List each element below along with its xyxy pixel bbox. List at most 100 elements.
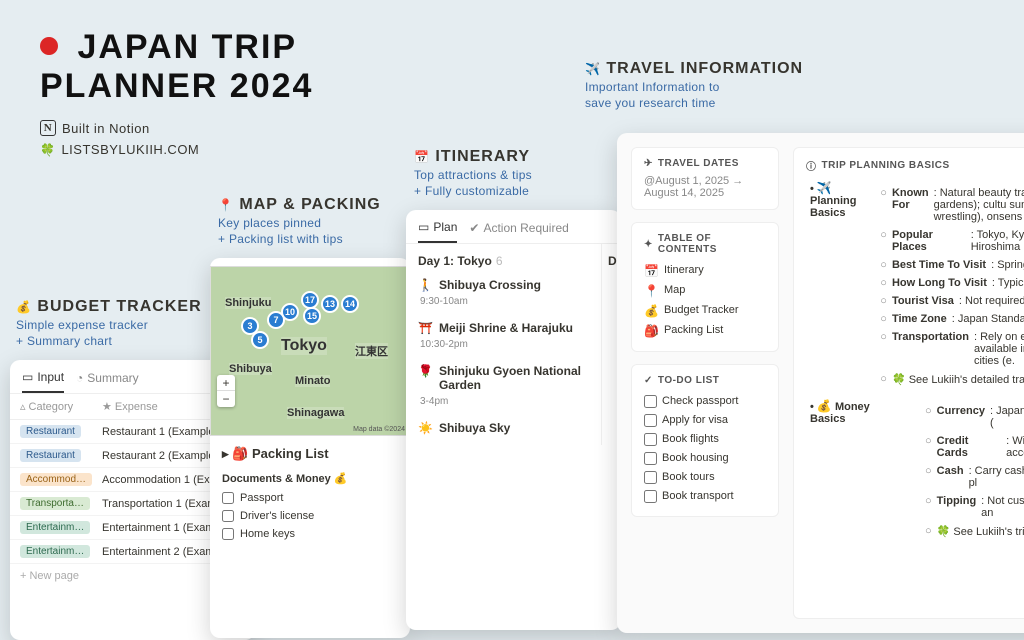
- check-circle-icon: ✔: [469, 221, 479, 235]
- itinerary-item[interactable]: ☀️Shibuya Sky: [406, 417, 601, 445]
- trip-basics-card: ⓘTRIP PLANNING BASICS ✈️ Planning Basics…: [793, 147, 1024, 619]
- built-in-notion: N Built in Notion: [40, 120, 313, 136]
- basics-item: 🍀 See Lukiih's trip cost br: [925, 522, 1024, 541]
- page-header: JAPAN TRIP PLANNER 2024 N Built in Notio…: [40, 28, 313, 163]
- packing-item[interactable]: Passport: [222, 489, 398, 507]
- category-tag: Entertainm…: [20, 545, 90, 558]
- tab-action-required[interactable]: ✔ Action Required: [469, 220, 568, 243]
- travel-info-section-label: ✈️ TRAVEL INFORMATION Important Informat…: [585, 60, 803, 110]
- input-icon: ▭: [22, 370, 33, 384]
- travel-info-card: ✈TRAVEL DATES @August 1, 2025 → August 1…: [617, 133, 1024, 633]
- item-time: 10:30-2pm: [418, 339, 589, 350]
- todo-card: ✓TO-DO LIST Check passportApply for visa…: [631, 364, 779, 517]
- basics-item: Currency: Japanese Yen (: [925, 402, 1024, 432]
- todo-item[interactable]: Book flights: [644, 430, 766, 449]
- basics-item: Best Time To Visit: Spring: [880, 256, 1024, 274]
- map-pin[interactable]: 10: [281, 303, 299, 321]
- japan-flag-icon: [40, 37, 58, 55]
- map-pin[interactable]: 17: [301, 291, 319, 309]
- plane-takeoff-icon: ✈: [644, 158, 653, 169]
- calendar-icon: 📅: [414, 150, 430, 164]
- info-icon: ⓘ: [806, 158, 817, 173]
- map-image[interactable]: Tokyo Shinjuku Shibuya Minato Shinagawa …: [210, 266, 410, 436]
- toc-item[interactable]: 💰Budget Tracker: [644, 301, 766, 321]
- basics-item: Known For: Natural beauty traditional ga…: [880, 184, 1024, 226]
- map-packing-card: Tokyo Shinjuku Shibuya Minato Shinagawa …: [210, 258, 410, 638]
- itinerary-card: ▭ Plan ✔ Action Required Day 1: Tokyo6 🚶…: [406, 210, 621, 630]
- plane-icon: ✈️: [585, 62, 601, 76]
- basics-item: Popular Places: Tokyo, Ky Hiroshima: [880, 226, 1024, 256]
- map-pin[interactable]: 15: [303, 307, 321, 325]
- checkbox[interactable]: [644, 490, 657, 503]
- sparkle-icon: ✦: [644, 239, 653, 250]
- itinerary-section-label: 📅 ITINERARY Top attractions & tips + Ful…: [414, 148, 532, 198]
- map-section-label: 📍 MAP & PACKING Key places pinned + Pack…: [218, 196, 381, 246]
- map-pin[interactable]: 5: [251, 331, 269, 349]
- notion-icon: N: [40, 120, 56, 136]
- todo-item[interactable]: Check passport: [644, 392, 766, 411]
- toc-card: ✦TABLE OF CONTENTS 📅Itinerary📍Map💰Budget…: [631, 222, 779, 352]
- map-city-label: Tokyo: [281, 337, 327, 355]
- checkbox[interactable]: [222, 492, 234, 504]
- check-icon: ✓: [644, 375, 653, 386]
- basics-item: Time Zone: Japan Standa: [880, 310, 1024, 328]
- item-icon: 🌹: [418, 364, 433, 378]
- itinerary-item[interactable]: 🚶Shibuya Crossing9:30-10am: [406, 274, 601, 317]
- day-heading: Day 1: Tokyo6: [406, 244, 601, 274]
- todo-item[interactable]: Book housing: [644, 449, 766, 468]
- item-icon: ⛩️: [418, 321, 433, 335]
- category-tag: Accommod…: [20, 473, 92, 486]
- clock-icon: ◔: [76, 371, 83, 385]
- calendar-icon: ▭: [418, 220, 429, 234]
- map-pin[interactable]: 13: [321, 295, 339, 313]
- checkbox[interactable]: [222, 510, 234, 522]
- item-time: 3-4pm: [418, 396, 589, 407]
- at-icon: @: [644, 175, 655, 187]
- todo-item[interactable]: Apply for visa: [644, 411, 766, 430]
- checkbox[interactable]: [644, 471, 657, 484]
- packing-item[interactable]: Driver's license: [222, 507, 398, 525]
- checkbox[interactable]: [644, 395, 657, 408]
- map-attribution: Map data ©2024: [353, 426, 405, 433]
- category-tag: Restaurant: [20, 449, 81, 462]
- todo-item[interactable]: Book transport: [644, 487, 766, 506]
- travel-dates-card: ✈TRAVEL DATES @August 1, 2025 → August 1…: [631, 147, 779, 210]
- category-tag: Restaurant: [20, 425, 81, 438]
- packing-item[interactable]: Home keys: [222, 525, 398, 543]
- tab-plan[interactable]: ▭ Plan: [418, 220, 457, 243]
- category-tag: Entertainm…: [20, 521, 90, 534]
- map-pin[interactable]: 14: [341, 295, 359, 313]
- basics-item: Credit Cards: Widely acce: [925, 432, 1024, 462]
- checkbox[interactable]: [644, 452, 657, 465]
- packing-group-title: Documents & Money 💰: [210, 466, 410, 489]
- todo-item[interactable]: Book tours: [644, 468, 766, 487]
- checkbox[interactable]: [644, 433, 657, 446]
- packing-list-title: ▸ 🎒 Packing List: [210, 436, 410, 466]
- basics-item: How Long To Visit: Typica: [880, 274, 1024, 292]
- basics-item: Cash: Carry cash (many pl: [925, 462, 1024, 492]
- person-icon: ▵: [20, 400, 26, 413]
- itinerary-item[interactable]: ⛩️Meiji Shrine & Harajuku10:30-2pm: [406, 317, 601, 360]
- itinerary-item[interactable]: 🌹Shinjuku Gyoen National Garden3-4pm: [406, 360, 601, 417]
- basics-item: Tourist Visa: Not required: [880, 292, 1024, 310]
- clover-icon: 🍀: [40, 143, 55, 157]
- tab-input[interactable]: ▭ Input: [22, 370, 64, 393]
- basics-item: 🍀 See Lukiih's detailed tra: [880, 370, 1024, 389]
- item-icon: ☀️: [418, 421, 433, 435]
- toc-item[interactable]: 🎒Packing List: [644, 321, 766, 341]
- budget-section-label: 💰 BUDGET TRACKER Simple expense tracker …: [16, 298, 202, 348]
- star-icon: ★: [102, 400, 112, 413]
- pin-icon: 📍: [218, 198, 234, 212]
- checkbox[interactable]: [222, 528, 234, 540]
- money-icon: 💰: [16, 300, 32, 314]
- toc-item[interactable]: 📅Itinerary: [644, 261, 766, 281]
- basics-item: Tipping: Not customary an: [925, 492, 1024, 522]
- map-zoom[interactable]: +−: [217, 375, 235, 407]
- toc-item[interactable]: 📍Map: [644, 281, 766, 301]
- category-tag: Transporta…: [20, 497, 90, 510]
- page-title: JAPAN TRIP PLANNER 2024: [40, 28, 313, 106]
- tab-summary[interactable]: ◔ Summary: [76, 370, 139, 393]
- checkbox[interactable]: [644, 414, 657, 427]
- item-icon: 🚶: [418, 278, 433, 292]
- item-time: 9:30-10am: [418, 296, 589, 307]
